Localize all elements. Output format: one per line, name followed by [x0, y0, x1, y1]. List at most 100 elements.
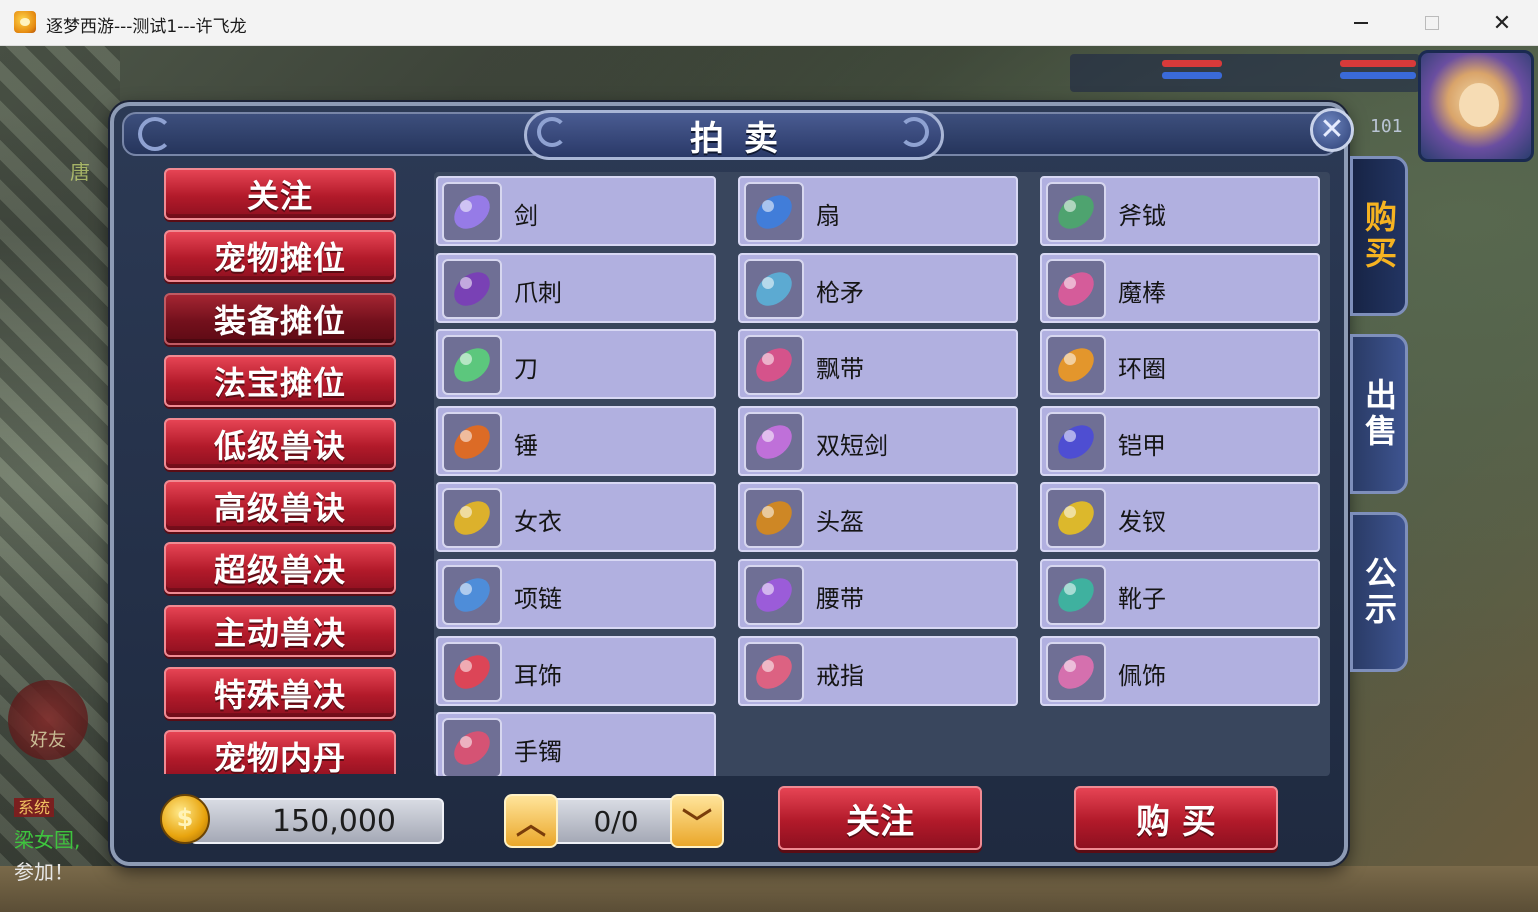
player-mp-bar — [1340, 72, 1416, 79]
finger-ring-icon — [744, 641, 804, 702]
item-category-cell[interactable]: 爪刺 — [436, 252, 716, 323]
tab-label: 公示 — [1360, 556, 1398, 628]
window-close-button[interactable]: ✕ — [1467, 0, 1537, 46]
pendant-icon — [1046, 641, 1106, 702]
armor-icon — [1046, 411, 1106, 472]
category-button[interactable]: 超级兽决 — [164, 542, 396, 595]
chat-line: 参加！ — [14, 860, 74, 884]
item-category-label: 飘带 — [816, 355, 864, 384]
item-icon-highlight — [1064, 353, 1076, 366]
buy-button[interactable]: 购 买 — [1074, 786, 1278, 850]
item-icon-highlight — [460, 736, 472, 749]
item-icon-art — [454, 731, 490, 765]
item-icon-shape — [454, 425, 490, 459]
maximize-icon — [1425, 16, 1439, 30]
helmet-icon — [744, 488, 804, 549]
item-icon-art — [454, 501, 490, 536]
auction-dialog: 拍卖 ✕ 关注 宠物摊位 装备摊位 法宝摊位 低级兽诀 高级兽诀 超级兽决 主动兽决 特殊兽决宠… — [110, 102, 1354, 866]
item-category-cell[interactable]: 铠甲 — [1040, 405, 1320, 476]
category-button[interactable]: 宠物内丹 — [164, 729, 396, 774]
item-icon-shape — [454, 578, 490, 612]
item-icon-highlight — [762, 200, 774, 212]
chevron-down-icon: ﹀ — [682, 807, 712, 842]
page-value: 0/0 — [593, 804, 639, 838]
category-button[interactable]: 法宝摊位 — [164, 355, 396, 408]
dialog-close-button[interactable]: ✕ — [1310, 108, 1354, 152]
item-category-cell[interactable]: 靴子 — [1040, 559, 1320, 629]
item-category-cell[interactable]: 环圈 — [1040, 329, 1320, 400]
item-category-cell[interactable]: 手镯 — [436, 712, 716, 776]
item-category-label: 扇 — [816, 202, 840, 230]
item-category-label: 耳饰 — [514, 661, 562, 690]
item-category-cell[interactable]: 刀 — [436, 329, 716, 400]
item-icon-highlight — [1064, 659, 1076, 672]
item-category-label: 铠甲 — [1118, 431, 1166, 460]
maximize-button[interactable] — [1397, 0, 1467, 46]
item-category-grid: 剑 扇 斧钺爪刺 枪矛 魔棒刀 飘带 环圈锤 双短剑 铠甲女衣 头盔 发钗项链 腰带 靴子耳饰 戒指 佩饰手… — [434, 172, 1330, 776]
axe-icon — [1046, 182, 1106, 242]
item-category-cell[interactable]: 锤 — [436, 405, 716, 476]
category-button[interactable]: 高级兽诀 — [164, 480, 396, 532]
minimize-button[interactable] — [1326, 0, 1396, 46]
chevron-up-icon: ︿ — [516, 807, 546, 842]
item-category-cell[interactable]: 斧钺 — [1040, 176, 1320, 246]
tab-buy[interactable]: 购买 — [1350, 156, 1408, 316]
category-button[interactable]: 关注 — [164, 168, 396, 220]
chat-panel: 系统 梁女国, 参加！ — [14, 790, 80, 888]
item-icon-shape — [1058, 654, 1094, 689]
item-icon-highlight — [1064, 506, 1076, 519]
dialog-title-plate: 拍卖 — [524, 110, 944, 160]
item-category-cell[interactable]: 发钗 — [1040, 482, 1320, 553]
item-icon-art — [756, 654, 792, 689]
item-category-label: 戒指 — [816, 661, 864, 690]
item-icon-highlight — [762, 583, 774, 595]
item-category-label: 发钗 — [1118, 508, 1166, 537]
item-category-cell[interactable]: 飘带 — [738, 329, 1018, 400]
player-avatar[interactable] — [1418, 50, 1534, 162]
friend-button[interactable]: 好友 — [8, 680, 88, 760]
item-category-cell[interactable]: 扇 — [738, 176, 1018, 246]
mp-bar — [1162, 72, 1222, 79]
category-button[interactable]: 低级兽诀 — [164, 417, 396, 470]
item-icon-shape — [454, 348, 490, 382]
category-button[interactable]: 装备摊位 — [164, 292, 396, 345]
category-button[interactable]: 特殊兽决 — [164, 667, 396, 720]
item-category-cell[interactable]: 枪矛 — [738, 252, 1018, 323]
item-icon-shape — [454, 731, 490, 765]
item-category-cell[interactable]: 佩饰 — [1040, 635, 1320, 706]
item-category-cell[interactable]: 戒指 — [738, 635, 1018, 706]
item-category-cell[interactable]: 剑 — [436, 176, 716, 246]
category-button[interactable]: 宠物摊位 — [164, 230, 396, 283]
close-icon: ✕ — [1492, 10, 1512, 36]
item-category-label: 剑 — [514, 202, 538, 230]
item-icon-art — [1058, 195, 1094, 229]
tab-notice[interactable]: 公示 — [1350, 512, 1408, 672]
item-icon-shape — [756, 501, 792, 536]
page-down-button[interactable]: ﹀ — [670, 794, 724, 848]
follow-button[interactable]: 关注 — [778, 786, 982, 850]
item-category-label: 双短剑 — [816, 431, 888, 460]
item-icon-shape — [1058, 425, 1094, 459]
item-category-cell[interactable]: 项链 — [436, 559, 716, 629]
item-category-cell[interactable]: 头盔 — [738, 482, 1018, 553]
hud-status-bar — [1070, 54, 1420, 92]
item-category-label: 锤 — [514, 431, 538, 460]
item-icon-art — [756, 501, 792, 536]
item-category-cell[interactable]: 女衣 — [436, 482, 716, 553]
item-category-cell[interactable]: 腰带 — [738, 559, 1018, 629]
item-icon-art — [756, 425, 792, 459]
item-icon-shape — [756, 578, 792, 612]
item-category-label: 头盔 — [816, 508, 864, 537]
item-icon-shape — [1058, 271, 1094, 306]
item-category-cell[interactable]: 魔棒 — [1040, 252, 1320, 323]
category-button[interactable]: 主动兽决 — [164, 604, 396, 657]
item-icon-art — [454, 195, 490, 229]
page-up-button[interactable]: ︿ — [504, 794, 558, 848]
item-category-cell[interactable]: 双短剑 — [738, 405, 1018, 476]
item-category-cell[interactable]: 耳饰 — [436, 635, 716, 706]
tab-sell[interactable]: 出售 — [1350, 334, 1408, 494]
hp-bar — [1162, 60, 1222, 67]
claw-icon — [442, 258, 502, 319]
dialog-header: 拍卖 ✕ — [122, 108, 1354, 160]
item-icon-highlight — [1064, 429, 1076, 442]
